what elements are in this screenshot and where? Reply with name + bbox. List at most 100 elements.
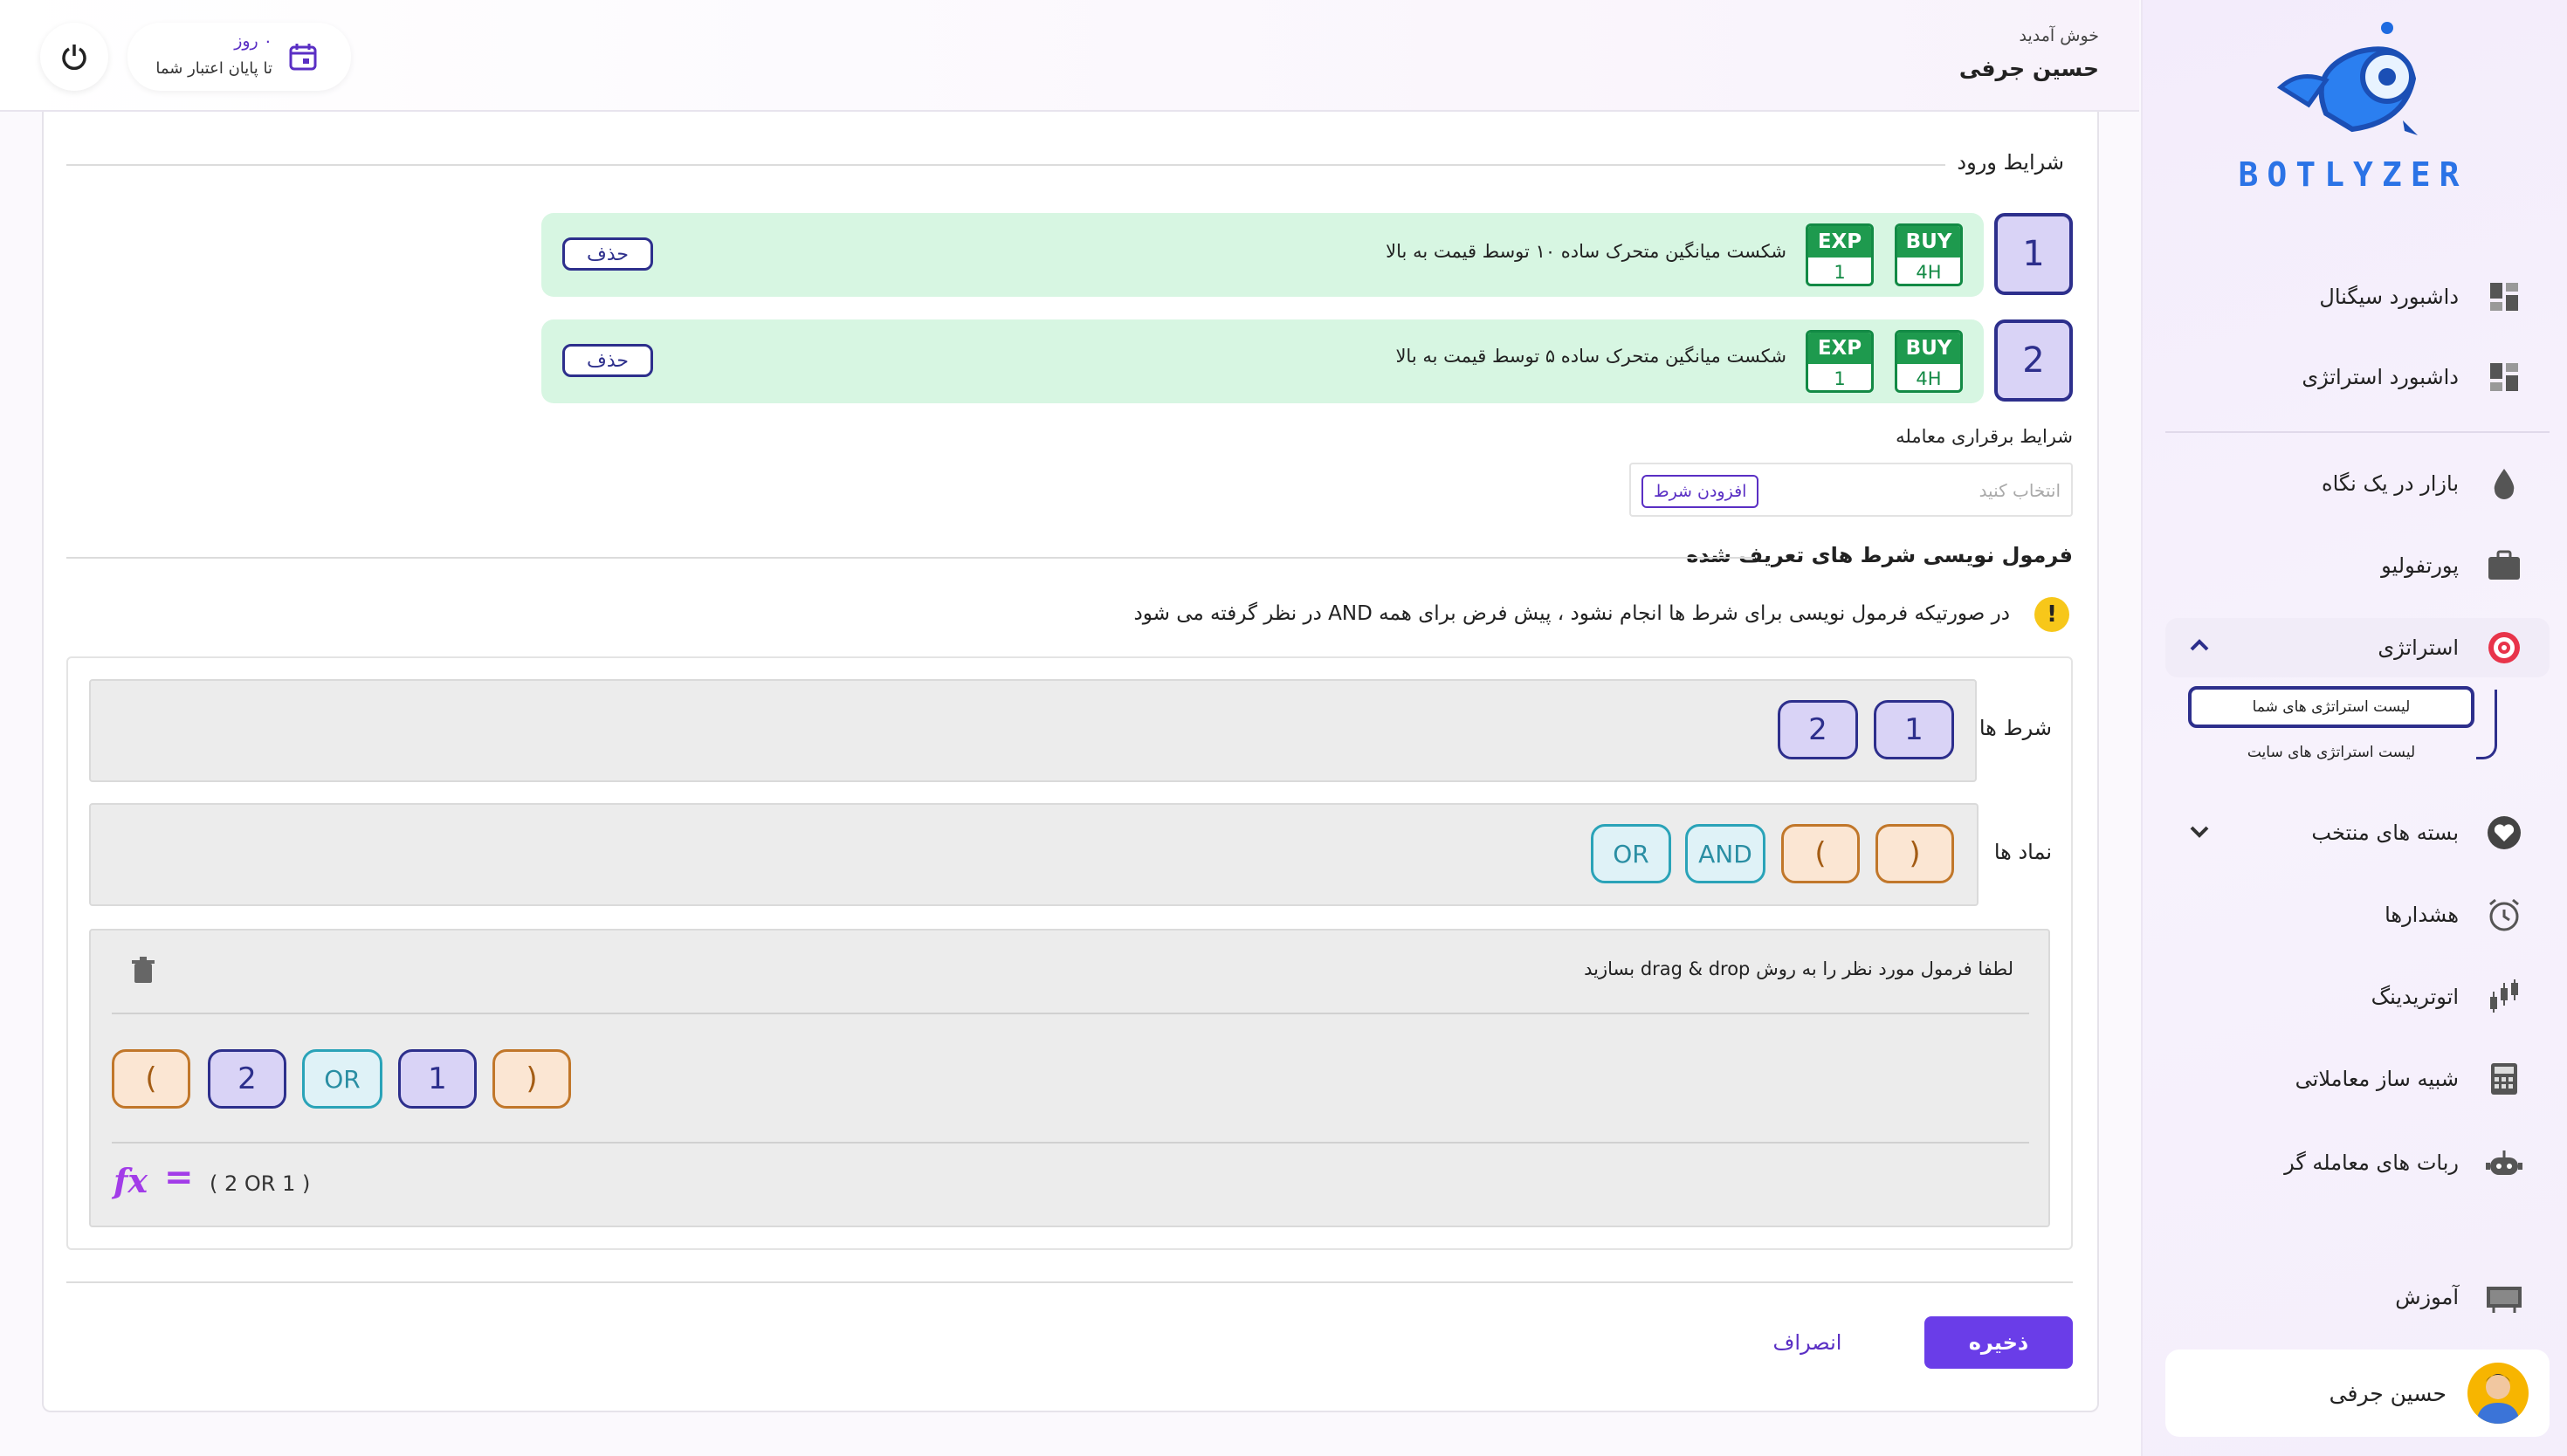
formula-result: ( 2 OR 1 ) bbox=[210, 1171, 311, 1196]
sidebar-item-label: اتوتریدینگ bbox=[2371, 985, 2459, 1009]
side-label: BUY bbox=[1897, 226, 1960, 258]
sidebar-item-label: آموزش bbox=[2395, 1285, 2459, 1309]
warning-icon: ! bbox=[2034, 597, 2069, 632]
sidebar-item-packages[interactable]: بسته های منتخب bbox=[2165, 803, 2550, 862]
trade-conditions-select[interactable]: انتخاب کنید افزودن شرط bbox=[1629, 463, 2073, 517]
trash-icon[interactable] bbox=[131, 957, 155, 988]
exp-value: 1 bbox=[1834, 261, 1846, 283]
brand-name: BOTLYZER bbox=[2238, 155, 2468, 194]
calendar-icon bbox=[288, 42, 318, 75]
sidebar-user-card[interactable]: حسین جرفی bbox=[2165, 1350, 2550, 1437]
sidebar-item-portfolio[interactable]: پورتفولیو bbox=[2165, 536, 2550, 595]
user-name: حسین جرفی bbox=[2329, 1380, 2447, 1406]
sidebar-item-label: بازار در یک نگاه bbox=[2322, 471, 2459, 496]
formula-notice: در صورتیکه فرمول نویسی برای شرط ها انجام… bbox=[1133, 602, 2010, 625]
sidebar-item-label: استراتژی bbox=[2378, 635, 2459, 660]
trade-conditions-label: شرایط برقراری معامله bbox=[1896, 426, 2073, 447]
alarm-clock-icon bbox=[2485, 896, 2523, 934]
drop-icon bbox=[2485, 464, 2523, 503]
cancel-button[interactable]: انصراف bbox=[1755, 1316, 1860, 1369]
exp-label: EXP bbox=[1808, 226, 1871, 258]
condition-number-badge: 2 bbox=[1994, 319, 2073, 402]
drop-zone-divider-top bbox=[112, 1013, 2029, 1014]
built-or-chip[interactable]: OR bbox=[302, 1049, 382, 1109]
board-icon bbox=[2485, 1278, 2523, 1316]
side-label: BUY bbox=[1897, 333, 1960, 364]
dashboard-icon bbox=[2485, 358, 2523, 396]
exp-label: EXP bbox=[1808, 333, 1871, 364]
sidebar-item-label: ربات های معامله گر bbox=[2284, 1150, 2459, 1175]
or-chip[interactable]: OR bbox=[1591, 824, 1671, 883]
power-button[interactable] bbox=[40, 23, 108, 91]
entry-section-divider bbox=[66, 164, 1945, 166]
exp-value: 1 bbox=[1834, 367, 1846, 389]
fx-icon: fx bbox=[114, 1161, 148, 1200]
days-caption: تا پایان اعتبار شما bbox=[155, 59, 272, 78]
robot-logo-icon bbox=[2276, 22, 2418, 135]
formula-section-title: فرمول نویسی شرط های تعریف شده bbox=[1686, 543, 2073, 567]
sidebar-item-education[interactable]: آموزش bbox=[2165, 1267, 2550, 1327]
close-paren-chip[interactable]: ) bbox=[1875, 824, 1954, 883]
sidebar-subitem-site-strategies[interactable]: لیست استراتژی های سایت bbox=[2188, 737, 2474, 768]
drop-zone-divider-bottom bbox=[112, 1142, 2029, 1144]
sidebar-item-signal-dashboard[interactable]: داشبورد سیگنال bbox=[2165, 267, 2550, 326]
symbols-panel-label: نماد ها bbox=[1993, 840, 2052, 864]
subscription-badge[interactable]: ۰ روز تا پایان اعتبار شما bbox=[127, 23, 351, 91]
heart-icon bbox=[2485, 814, 2523, 852]
sidebar-subitem-your-strategies[interactable]: لیست استراتژی های شما bbox=[2188, 686, 2474, 728]
delete-condition-button[interactable]: حذف bbox=[562, 237, 653, 271]
timeframe-label: 4H bbox=[1916, 367, 1942, 389]
sidebar-divider bbox=[2165, 431, 2550, 433]
conditions-panel-label: شرط ها bbox=[1979, 716, 2052, 740]
side-timeframe-tag: BUY 4H bbox=[1895, 223, 1963, 286]
sidebar-item-label: پورتفولیو bbox=[2381, 553, 2459, 578]
sidebar-item-label: داشبورد سیگنال bbox=[2319, 285, 2459, 309]
built-open-paren-chip[interactable]: ( bbox=[112, 1049, 190, 1109]
target-icon bbox=[2485, 628, 2523, 667]
timeframe-label: 4H bbox=[1916, 261, 1942, 283]
sidebar-item-strategy[interactable]: استراتژی bbox=[2165, 618, 2550, 677]
expiry-tag: EXP 1 bbox=[1806, 223, 1874, 286]
sidebar-item-trading-bots[interactable]: ربات های معامله گر bbox=[2165, 1133, 2550, 1192]
calculator-icon bbox=[2485, 1060, 2523, 1098]
actions-divider bbox=[66, 1281, 2073, 1283]
delete-condition-button[interactable]: حذف bbox=[562, 344, 653, 377]
sidebar-item-label: بسته های منتخب bbox=[2311, 821, 2459, 845]
drop-hint: لطفا فرمول مورد نظر را به روش drag & dro… bbox=[1584, 958, 2013, 979]
open-paren-chip[interactable]: ( bbox=[1781, 824, 1860, 883]
chevron-up-icon[interactable] bbox=[2188, 634, 2211, 663]
formula-section-divider bbox=[66, 557, 1755, 559]
select-placeholder: انتخاب کنید bbox=[1979, 480, 2061, 501]
built-condition-chip[interactable]: 1 bbox=[398, 1049, 477, 1109]
and-chip[interactable]: AND bbox=[1685, 824, 1765, 883]
dashboard-icon bbox=[2485, 278, 2523, 316]
condition-chip[interactable]: 1 bbox=[1874, 700, 1954, 759]
welcome-text: خوش آمدید bbox=[2019, 26, 2099, 45]
submenu-connector bbox=[2476, 690, 2497, 759]
equals-sign: = bbox=[164, 1157, 194, 1198]
power-icon bbox=[62, 45, 86, 71]
condition-number-badge: 1 bbox=[1994, 213, 2073, 295]
condition-text: شکست میانگین متحرک ساده ۵ توسط قیمت به ب… bbox=[1395, 346, 1786, 367]
sidebar bbox=[2141, 0, 2567, 1456]
sidebar-item-strategy-dashboard[interactable]: داشبورد استراتژی bbox=[2165, 347, 2550, 407]
built-condition-chip[interactable]: 2 bbox=[208, 1049, 286, 1109]
brand-logo bbox=[2274, 17, 2434, 148]
sidebar-item-label: شبیه ساز معاملاتی bbox=[2295, 1067, 2459, 1091]
add-condition-button[interactable]: افزودن شرط bbox=[1641, 475, 1759, 508]
robot-icon bbox=[2485, 1144, 2523, 1182]
sidebar-item-market[interactable]: بازار در یک نگاه bbox=[2165, 454, 2550, 513]
sidebar-item-alerts[interactable]: هشدارها bbox=[2165, 885, 2550, 944]
sidebar-item-autotrading[interactable]: اتوتریدینگ bbox=[2165, 967, 2550, 1027]
briefcase-icon bbox=[2485, 546, 2523, 585]
save-button[interactable]: ذخیره bbox=[1924, 1316, 2073, 1369]
sidebar-item-simulator[interactable]: شبیه ساز معاملاتی bbox=[2165, 1049, 2550, 1109]
sidebar-item-label: هشدارها bbox=[2385, 903, 2459, 927]
expiry-tag: EXP 1 bbox=[1806, 330, 1874, 393]
chevron-down-icon[interactable] bbox=[2188, 821, 2211, 848]
condition-chip[interactable]: 2 bbox=[1778, 700, 1858, 759]
candles-icon bbox=[2485, 978, 2523, 1016]
avatar bbox=[2467, 1363, 2529, 1424]
side-timeframe-tag: BUY 4H bbox=[1895, 330, 1963, 393]
built-close-paren-chip[interactable]: ) bbox=[492, 1049, 571, 1109]
